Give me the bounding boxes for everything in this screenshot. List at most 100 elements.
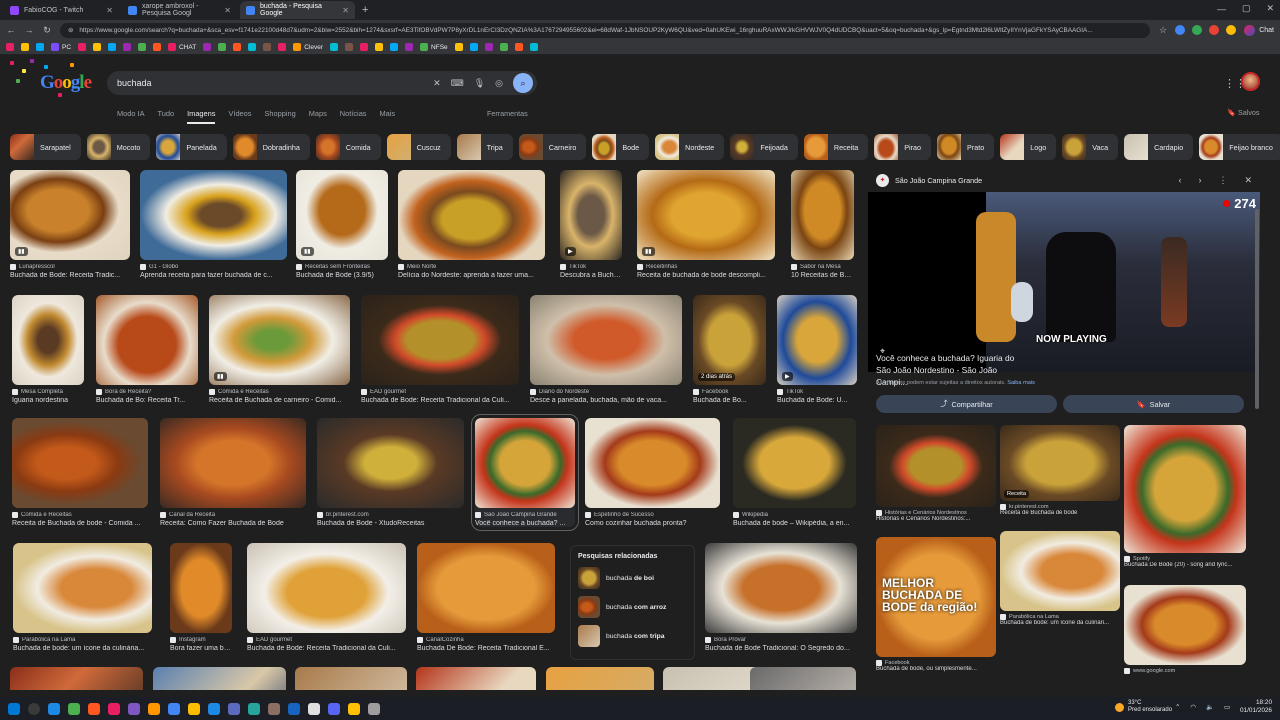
account-avatar[interactable]	[1241, 72, 1260, 91]
previous-icon[interactable]: ‹	[1178, 175, 1181, 186]
app-icon[interactable]	[248, 702, 260, 715]
bookmark-icon[interactable]	[345, 43, 354, 51]
result-title[interactable]: Aprenda receita para fazer buchada de c.…	[140, 272, 287, 279]
similar-title[interactable]: Buchada de bode: um ícone da culinári...	[1000, 620, 1120, 626]
search-tab[interactable]: Tudo	[158, 109, 175, 124]
result-title[interactable]: Você conhece a buchada? ...	[475, 520, 575, 527]
result-title[interactable]: Como cozinhar buchada pronta?	[585, 520, 720, 527]
app-icon[interactable]	[148, 702, 160, 715]
image-result[interactable]: ▮▮ Receitinhas Receita de buchada de bode …	[637, 170, 775, 279]
related-search-item[interactable]: buchada de boi	[578, 567, 687, 589]
clock[interactable]: 18:20 01/01/2026	[1240, 699, 1272, 715]
bookmark-icon[interactable]	[278, 43, 287, 51]
result-thumbnail[interactable]	[585, 418, 720, 508]
search-tab[interactable]: Maps	[309, 109, 327, 124]
result-thumbnail[interactable]: ▶	[560, 170, 622, 260]
result-source[interactable]: Espetinho de Sucesso	[585, 512, 720, 518]
search-tab[interactable]: Notícias	[340, 109, 367, 124]
search-icon[interactable]: ⌕	[513, 73, 533, 93]
result-thumbnail[interactable]	[398, 170, 545, 260]
close-icon[interactable]: ✕	[1244, 175, 1252, 186]
result-title[interactable]: Receita: Como Fazer Buchada de Bode	[160, 520, 306, 527]
search-box[interactable]: buchada ✕ ⌨ 🎙 ◎ ⌕	[107, 71, 537, 95]
result-source[interactable]: CanalCozinha	[417, 637, 555, 643]
bookmark-icon[interactable]	[469, 43, 478, 51]
result-title[interactable]: Delícia do Nordeste: aprenda a fazer uma…	[398, 272, 545, 279]
image-result[interactable]: Instagram Bora fazer uma bu...	[170, 543, 232, 652]
image-result[interactable]: Wikipedia Buchada de bode – Wikipédia, a …	[733, 418, 856, 527]
similar-title[interactable]: Histórias e Cenários Nordestinos:...	[876, 516, 996, 522]
result-source[interactable]: Comida e Receitas	[12, 512, 148, 518]
next-icon[interactable]: ›	[1198, 175, 1201, 186]
result-thumbnail[interactable]	[12, 295, 84, 385]
image-result[interactable]	[416, 667, 536, 690]
result-title[interactable]: Receita de Buchada de bode - Comida ...	[12, 520, 148, 527]
result-title[interactable]: Buchada de Bode: Receita Tradic...	[10, 272, 130, 279]
result-source[interactable]: EAD gourmet	[247, 637, 406, 643]
result-thumbnail[interactable]	[140, 170, 287, 260]
app-icon[interactable]	[128, 702, 140, 715]
refinement-chip[interactable]: Pirao	[874, 134, 932, 160]
wifi-icon[interactable]: ◠	[1190, 703, 1196, 711]
result-title[interactable]: Iguaria nordestina	[12, 397, 84, 404]
result-title[interactable]: Buchada de Bode: Receita Tradicional da …	[361, 397, 519, 404]
similar-title[interactable]: Receita de Buchada de bode	[1000, 510, 1120, 516]
result-source[interactable]: Receitinhas	[637, 264, 775, 270]
similar-image[interactable]: MELHOR BUCHADA DE BODE da região! Faceboo…	[876, 537, 996, 672]
xbox-icon[interactable]	[308, 702, 320, 715]
result-thumbnail[interactable]	[96, 295, 198, 385]
result-thumbnail[interactable]	[530, 295, 682, 385]
browser-icon[interactable]	[48, 702, 60, 715]
clear-icon[interactable]: ✕	[433, 78, 441, 89]
tools-button[interactable]: Ferramentas	[487, 109, 528, 118]
result-source[interactable]: Mesa Completa	[12, 389, 84, 395]
bookmark-icon[interactable]	[248, 43, 257, 51]
search-tab[interactable]: Modo IA	[117, 109, 145, 124]
extension-icon[interactable]	[1192, 25, 1203, 35]
camera-lens-icon[interactable]: ◎	[495, 78, 503, 89]
image-result[interactable]: ▮▮ Lunapresscol Buchada de Bode: Receita T…	[10, 170, 130, 279]
bookmark-icon[interactable]	[263, 43, 272, 51]
result-title[interactable]: Buchada de Bo...	[693, 397, 766, 404]
chrome-icon[interactable]	[168, 702, 180, 715]
image-result[interactable]: Diário do Nordeste Desce a panelada, buch…	[530, 295, 682, 404]
image-result[interactable]: ▮▮ Comida e Receitas Receita de Buchada de…	[209, 295, 350, 404]
result-thumbnail[interactable]	[417, 543, 555, 633]
image-result[interactable]	[295, 667, 407, 690]
result-title[interactable]: Buchada de Bode: Receita Tradicional da …	[247, 645, 406, 652]
similar-title[interactable]: Buchada de bode, ou simplesmente...	[876, 666, 996, 672]
forward-icon[interactable]: →	[24, 25, 34, 35]
image-result[interactable]	[546, 667, 654, 690]
result-source[interactable]: Wikipedia	[733, 512, 856, 518]
bookmark-item[interactable]: Clever	[293, 43, 323, 51]
result-title[interactable]: Descubra a Bucha...	[560, 272, 622, 279]
result-thumbnail[interactable]	[295, 667, 407, 690]
app-icon[interactable]	[348, 702, 360, 715]
result-thumbnail[interactable]	[13, 543, 152, 633]
result-thumbnail[interactable]	[546, 667, 654, 690]
bookmark-icon[interactable]	[375, 43, 384, 51]
bookmark-icon[interactable]	[218, 43, 227, 51]
image-result[interactable]: EAD gourmet Buchada de Bode: Receita Trad…	[361, 295, 519, 404]
tab-close-icon[interactable]: ✕	[106, 6, 113, 15]
similar-image[interactable]: www.google.com	[1124, 585, 1246, 674]
result-source[interactable]: TikTok	[777, 389, 857, 395]
bookmark-icon[interactable]	[484, 43, 493, 51]
result-source[interactable]: Comida e Receitas	[209, 389, 350, 395]
refinement-chip[interactable]: Dobradinha	[232, 134, 310, 160]
refinement-chip[interactable]: Vaca	[1062, 134, 1119, 160]
result-thumbnail[interactable]	[475, 418, 575, 508]
bookmark-icon[interactable]	[138, 43, 147, 51]
result-title[interactable]: Receita de buchada de bode descompli...	[637, 272, 775, 279]
image-result[interactable]: Canal da Receita Receita: Como Fazer Buch…	[160, 418, 306, 527]
share-button[interactable]: ⤴ Compartilhar	[876, 395, 1057, 413]
result-source[interactable]: br.pinterest.com	[317, 512, 464, 518]
result-title[interactable]: Buchada de bode: um ícone da culinária..…	[13, 645, 152, 652]
similar-thumbnail[interactable]	[1000, 531, 1120, 611]
search-tab[interactable]: Shopping	[264, 109, 295, 124]
similar-thumbnail[interactable]: Receita	[1000, 425, 1120, 501]
search-input[interactable]: buchada	[117, 78, 433, 88]
refinement-chip[interactable]: Sarapatel	[10, 134, 81, 160]
result-thumbnail[interactable]	[170, 543, 232, 633]
result-title[interactable]: Buchada de bode – Wikipédia, a en...	[733, 520, 856, 527]
